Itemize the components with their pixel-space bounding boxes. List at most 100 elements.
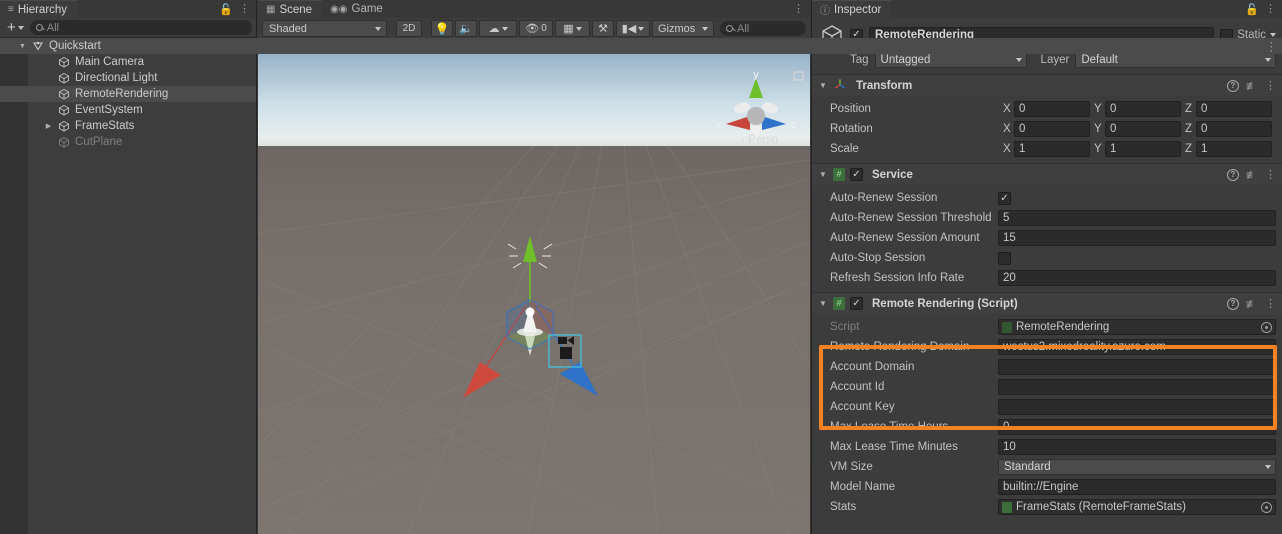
component-title: Transform xyxy=(856,79,913,92)
tab-scene[interactable]: ▦ Scene xyxy=(258,0,323,18)
script-asset-icon xyxy=(1002,501,1012,513)
object-picker-icon[interactable] xyxy=(1261,321,1272,333)
chevron-down-icon[interactable]: ▼ xyxy=(18,43,27,50)
tag-dropdown[interactable]: Untagged xyxy=(874,52,1027,68)
help-icon[interactable]: ? xyxy=(1227,79,1239,92)
model-name-input[interactable]: builtin://Engine xyxy=(998,479,1276,495)
property-label: Auto-Renew Session Amount xyxy=(830,232,980,244)
scale-x-input[interactable]: 1 xyxy=(1014,141,1090,157)
component-header[interactable]: ▼ ✓ Remote Rendering (Script)? ≢ ⋮ xyxy=(812,293,1282,314)
scene-fx-button[interactable]: ☁ xyxy=(479,20,517,37)
scale-y-input[interactable]: 1 xyxy=(1105,141,1181,157)
lock-open-icon[interactable]: 🔓 xyxy=(1245,3,1259,16)
scale-z-input[interactable]: 1 xyxy=(1196,141,1272,157)
scene-visibility-button[interactable]: 👁 0 xyxy=(519,20,553,37)
hierarchy-item-framestats[interactable]: ▶ FrameStats xyxy=(0,118,256,134)
gizmos-dropdown[interactable]: Gizmos xyxy=(652,20,714,37)
component-remote-rendering-script: ▼ ✓ Remote Rendering (Script)? ≢ ⋮ Script Remo… xyxy=(812,292,1282,521)
stats-object-field[interactable]: FrameStats (RemoteFrameStats) xyxy=(998,499,1276,515)
chevron-down-icon[interactable]: ▼ xyxy=(818,299,828,308)
auto-renew-session-threshold-input[interactable]: 5 xyxy=(998,210,1276,226)
game-controller-icon: ◉◉ xyxy=(330,3,348,15)
kebab-menu-icon[interactable]: ⋮ xyxy=(1265,298,1276,309)
tab-game[interactable]: ◉◉ Game xyxy=(322,0,393,18)
lock-open-icon[interactable]: 🔓 xyxy=(219,3,233,16)
property-label: Model Name xyxy=(830,481,896,493)
scene-lighting-button[interactable]: 💡 xyxy=(431,20,453,37)
kebab-menu-icon[interactable]: ⋮ xyxy=(1265,169,1276,180)
position-x-input[interactable]: 0 xyxy=(1014,101,1090,117)
account-domain-input[interactable] xyxy=(998,359,1276,375)
gizmo-axis-y-label: y xyxy=(753,69,759,81)
rotation-z-input[interactable]: 0 xyxy=(1196,121,1272,137)
chevron-right-icon[interactable]: ▶ xyxy=(44,122,53,130)
account-key-input[interactable] xyxy=(998,399,1276,415)
hierarchy-item-directional-light[interactable]: Directional Light xyxy=(0,70,256,86)
kebab-menu-icon[interactable]: ⋮ xyxy=(1265,4,1276,15)
component-enabled-checkbox[interactable]: ✓ xyxy=(850,168,863,181)
object-picker-icon[interactable] xyxy=(1261,501,1272,513)
2d-toggle-button[interactable]: 2D xyxy=(396,20,422,37)
help-icon[interactable]: ? xyxy=(1227,297,1239,310)
script-asset-icon xyxy=(1002,321,1012,333)
hierarchy-item-quickstart[interactable]: ▼ Quickstart ⋮ xyxy=(0,38,1282,54)
help-icon[interactable]: ? xyxy=(1227,168,1239,181)
hierarchy-item-remoterendering[interactable]: RemoteRendering xyxy=(0,86,256,102)
preset-icon[interactable]: ≢ xyxy=(1246,79,1258,93)
scene-camera-button[interactable]: ▮◀ xyxy=(616,20,650,37)
position-z-input[interactable]: 0 xyxy=(1196,101,1272,117)
component-header[interactable]: ▼ Transform? ≢ ⋮ xyxy=(812,75,1282,96)
component-transform: ▼ Transform? ≢ ⋮ Position X 0 Y 0 Z 0 Rotation X 0 Y 0 Z… xyxy=(812,74,1282,163)
scene-tabbar: ▦ Scene ◉◉ Game ⋮ xyxy=(258,0,810,18)
hierarchy-item-label: EventSystem xyxy=(75,104,143,116)
scene-tools-button[interactable]: ⚒ xyxy=(592,20,614,37)
max-lease-time-minutes-value: 10 xyxy=(1003,441,1016,453)
kebab-menu-icon[interactable]: ⋮ xyxy=(793,4,804,15)
max-lease-time-hours-input[interactable]: 0 xyxy=(998,419,1276,435)
account-id-input[interactable] xyxy=(998,379,1276,395)
max-lease-time-minutes-input[interactable]: 10 xyxy=(998,439,1276,455)
axis-label-x: X xyxy=(1003,143,1011,155)
tab-inspector[interactable]: ⓘ Inspector xyxy=(812,0,892,18)
projection-mode-label[interactable]: ‹ Persp xyxy=(741,134,778,146)
grid-snap-button[interactable]: ▦ xyxy=(555,20,590,37)
auto-stop-session-checkbox[interactable] xyxy=(998,251,1011,265)
auto-renew-session-amount-input[interactable]: 15 xyxy=(998,230,1276,246)
add-gameobject-button[interactable]: + xyxy=(4,20,27,36)
axis-label-z: Z xyxy=(1185,143,1193,155)
component-header[interactable]: ▼ ✓ Service? ≢ ⋮ xyxy=(812,164,1282,185)
property-rotation: Rotation X 0 Y 0 Z 0 xyxy=(818,119,1276,139)
scene-viewport[interactable]: y x z ‹ Persp xyxy=(258,44,810,534)
remote-rendering-domain-input[interactable]: westus2.mixedreality.azure.com xyxy=(998,339,1276,355)
kebab-menu-icon[interactable]: ⋮ xyxy=(1265,80,1276,91)
rotation-y-input[interactable]: 0 xyxy=(1105,121,1181,137)
refresh-session-info-rate-input[interactable]: 20 xyxy=(998,270,1276,286)
projection-label-text: Persp xyxy=(747,134,778,146)
scene-search-input[interactable]: All xyxy=(720,21,806,36)
layer-dropdown[interactable]: Default xyxy=(1075,52,1276,68)
chevron-down-icon[interactable]: ▼ xyxy=(818,170,828,179)
hierarchy-item-eventsystem[interactable]: EventSystem xyxy=(0,102,256,118)
rotation-x-input[interactable]: 0 xyxy=(1014,121,1090,137)
gizmo-lock-icon xyxy=(793,71,804,81)
position-y-input[interactable]: 0 xyxy=(1105,101,1181,117)
preset-icon[interactable]: ≢ xyxy=(1246,168,1258,182)
property-label: Script xyxy=(830,321,860,333)
kebab-menu-icon[interactable]: ⋮ xyxy=(239,4,250,15)
preset-icon[interactable]: ≢ xyxy=(1246,297,1258,311)
kebab-menu-icon[interactable]: ⋮ xyxy=(1266,38,1278,54)
hierarchy-item-cutplane[interactable]: CutPlane xyxy=(0,134,256,150)
auto-renew-session-checkbox[interactable]: ✓ xyxy=(998,191,1011,205)
component-enabled-checkbox[interactable]: ✓ xyxy=(850,297,863,310)
script-object-field[interactable]: RemoteRendering xyxy=(998,319,1276,335)
scene-audio-button[interactable]: 🔈 xyxy=(455,20,477,37)
script-icon xyxy=(833,168,845,181)
scene-3d-content: y x z xyxy=(258,69,810,534)
hierarchy-search-input[interactable]: All xyxy=(29,20,252,35)
chevron-down-icon[interactable]: ▼ xyxy=(818,81,828,90)
vm-size-dropdown[interactable]: Standard xyxy=(998,459,1276,475)
tab-hierarchy[interactable]: ≡ Hierarchy xyxy=(0,0,78,18)
hierarchy-item-main-camera[interactable]: Main Camera xyxy=(0,54,256,70)
draw-mode-dropdown[interactable]: Shaded xyxy=(262,20,387,37)
stats-value: FrameStats (RemoteFrameStats) xyxy=(1016,501,1186,513)
